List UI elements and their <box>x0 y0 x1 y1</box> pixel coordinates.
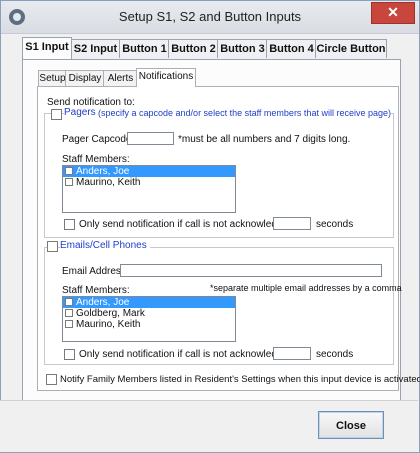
tab-notifications[interactable]: Notifications <box>136 68 196 87</box>
capcode-note: *must be all numbers and 7 digits long. <box>178 134 351 145</box>
pager-only-send-label: Only send notification if call is not ac… <box>79 219 305 230</box>
email-only-send-checkbox[interactable] <box>64 349 75 360</box>
staff-name: Maurino, Keith <box>76 319 141 330</box>
checkbox[interactable] <box>65 167 73 175</box>
email-only-send-label: Only send notification if call is not ac… <box>79 349 305 360</box>
staff-name: Goldberg, Mark <box>76 308 145 319</box>
email-address-input[interactable] <box>120 264 382 277</box>
emails-checkbox[interactable] <box>47 241 58 252</box>
staff-name: Maurino, Keith <box>76 177 141 188</box>
tab-circle-button[interactable]: Circle Button <box>315 39 387 58</box>
list-item[interactable]: Anders, Joe <box>63 297 235 308</box>
pager-capcode-label: Pager Capcode: <box>62 134 135 145</box>
email-staff-list[interactable]: Anders, Joe Goldberg, Mark Maurino, Keit… <box>62 296 236 342</box>
tab-button-3[interactable]: Button 3 <box>217 39 268 58</box>
tab-s1-input[interactable]: S1 Input <box>22 37 72 59</box>
tab-display[interactable]: Display <box>65 70 105 86</box>
pager-staff-list[interactable]: Anders, Joe Maurino, Keith <box>62 165 236 213</box>
notify-family-label: Notify Family Members listed in Resident… <box>60 374 420 385</box>
list-item[interactable]: Maurino, Keith <box>63 319 235 330</box>
list-item[interactable]: Maurino, Keith <box>63 177 235 188</box>
list-item[interactable]: Anders, Joe <box>63 166 235 177</box>
emails-label: Emails/Cell Phones <box>60 240 150 251</box>
tab-button-4[interactable]: Button 4 <box>266 39 317 58</box>
checkbox[interactable] <box>65 298 73 306</box>
tab-s2-input[interactable]: S2 Input <box>70 39 121 58</box>
close-button[interactable]: Close <box>318 411 384 439</box>
window-close-button[interactable]: ✕ <box>371 2 415 24</box>
tab-button-2[interactable]: Button 2 <box>168 39 219 58</box>
email-staff-label: Staff Members: <box>62 285 130 296</box>
notify-family-checkbox[interactable] <box>46 374 57 385</box>
title-bar[interactable]: Setup S1, S2 and Button Inputs ✕ <box>1 1 419 34</box>
email-address-label: Email Address: <box>62 266 129 277</box>
pager-seconds-label: seconds <box>316 219 354 230</box>
checkbox[interactable] <box>65 309 73 317</box>
pager-seconds-input[interactable] <box>273 217 311 230</box>
pager-staff-label: Staff Members: <box>62 154 130 165</box>
email-note: *separate multiple email addresses by a … <box>210 283 402 293</box>
checkbox[interactable] <box>65 320 73 328</box>
email-seconds-label: seconds <box>316 349 354 360</box>
pagers-label: Pagers <box>64 107 99 118</box>
staff-name: Anders, Joe <box>76 166 130 177</box>
staff-name: Anders, Joe <box>76 297 130 308</box>
tab-button-1[interactable]: Button 1 <box>119 39 170 58</box>
window-title: Setup S1, S2 and Button Inputs <box>118 9 302 24</box>
pagers-hint: (specify a capcode and/or select the sta… <box>98 108 391 118</box>
checkbox[interactable] <box>65 178 73 186</box>
email-seconds-input[interactable] <box>273 347 311 360</box>
list-item[interactable]: Goldberg, Mark <box>63 308 235 319</box>
tab-setup[interactable]: Setup <box>38 70 67 86</box>
pager-only-send-checkbox[interactable] <box>64 219 75 230</box>
pagers-checkbox[interactable] <box>51 109 62 120</box>
pager-capcode-input[interactable] <box>127 132 174 145</box>
tab-alerts[interactable]: Alerts <box>103 70 138 86</box>
